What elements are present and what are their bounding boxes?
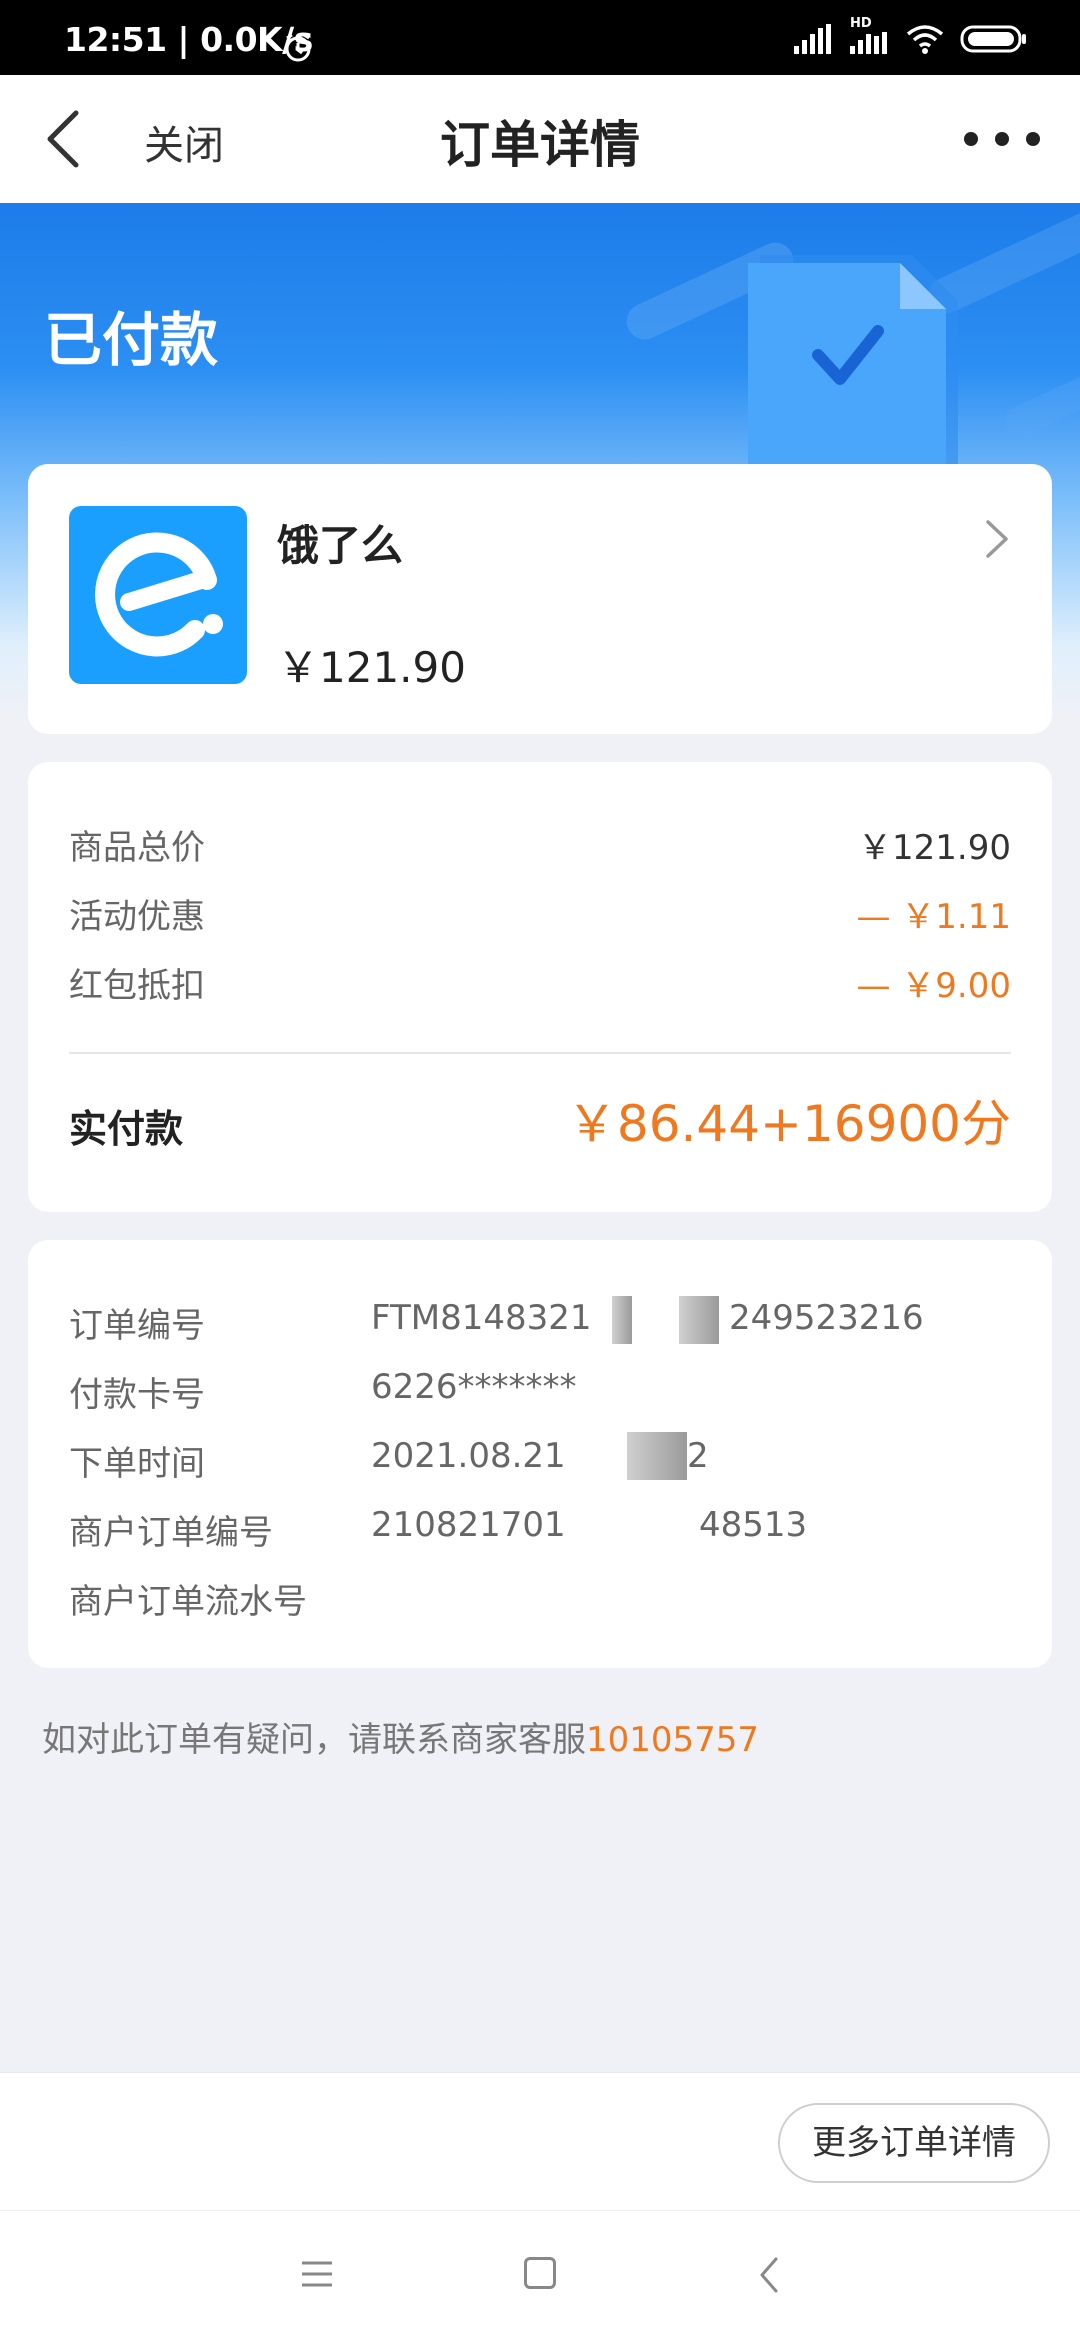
info-row-value: FTM8148321 <box>371 1298 592 1338</box>
menu-icon[interactable] <box>300 2259 334 2289</box>
order-number: FTM8148321 <box>371 1298 592 1338</box>
chevron-right-icon <box>986 520 1008 558</box>
payment-status: 已付款 <box>44 306 219 374</box>
page-title: 订单详情 <box>440 116 640 174</box>
price-row-label: 商品总价 <box>69 828 205 868</box>
service-phone-link[interactable]: 10105757 <box>586 1720 759 1760</box>
info-row: 商户订单流水号 <box>69 1574 1011 1624</box>
info-row: 下单时间 2021.08.21 2 <box>69 1432 1011 1486</box>
info-row-label: 订单编号 <box>69 1306 205 1346</box>
wifi-icon <box>906 24 944 58</box>
eleme-logo <box>69 506 247 684</box>
info-row-label: 付款卡号 <box>69 1375 205 1415</box>
order-time-tail: 2 <box>687 1436 709 1476</box>
order-time: 2021.08.21 <box>371 1436 566 1476</box>
redaction-block <box>679 1296 719 1344</box>
price-row: 商品总价 ￥121.90 <box>69 820 1011 870</box>
card-number: 6226******* <box>371 1367 577 1407</box>
merchant-amount: ￥121.90 <box>277 643 466 692</box>
order-info-card: 订单编号 FTM8148321 249523216 付款卡号 6226*****… <box>28 1240 1052 1668</box>
dot-icon <box>995 132 1009 146</box>
signal-icon <box>794 24 834 58</box>
price-row-value: — ￥9.00 <box>856 966 1011 1006</box>
merchant-card[interactable]: 饿了么 ￥121.90 <box>28 464 1052 734</box>
alarm-icon <box>282 32 314 68</box>
price-row: 活动优惠 — ￥1.11 <box>69 889 1011 939</box>
info-row: 商户订单编号 210821701 48513 <box>69 1505 1011 1555</box>
price-row-label: 活动优惠 <box>69 897 205 937</box>
info-row: 订单编号 FTM8148321 249523216 <box>69 1296 1011 1348</box>
price-row-value: ￥121.90 <box>858 828 1011 868</box>
system-back-icon[interactable] <box>754 2255 784 2295</box>
home-icon[interactable] <box>524 2257 556 2289</box>
info-row-label: 商户订单流水号 <box>69 1582 307 1622</box>
price-row: 红包抵扣 — ￥9.00 <box>69 958 1011 1008</box>
paid-label: 实付款 <box>69 1107 184 1151</box>
more-options-button[interactable] <box>964 125 1040 153</box>
more-order-details-button[interactable]: 更多订单详情 <box>778 2103 1050 2183</box>
dot-icon <box>964 132 978 146</box>
merchant-order-number: 210821701 <box>371 1505 566 1545</box>
price-row-label: 红包抵扣 <box>69 966 205 1006</box>
redaction-block <box>627 1432 687 1480</box>
paid-value: ￥86.44+16900分 <box>566 1095 1011 1153</box>
help-text: 如对此订单有疑问，请联系商家客服10105757 <box>42 1712 759 1761</box>
order-number-tail: 249523216 <box>729 1298 924 1338</box>
battery-icon <box>960 24 1028 58</box>
status-time: 12:51 | 0.0K/s <box>64 20 313 59</box>
nav-bar: 关闭 订单详情 <box>0 75 1080 203</box>
merchant-order-number-tail: 48513 <box>699 1505 808 1545</box>
divider <box>69 1052 1011 1054</box>
document-check-icon <box>626 208 1080 503</box>
hd-label: HD <box>850 16 872 31</box>
info-row: 付款卡号 6226******* <box>69 1367 1011 1417</box>
system-nav-bar <box>0 2210 1080 2340</box>
bottom-action-bar: 更多订单详情 <box>0 2072 1080 2210</box>
merchant-name: 饿了么 <box>277 521 404 570</box>
info-row-label: 下单时间 <box>69 1444 205 1484</box>
status-bar: 12:51 | 0.0K/s HD <box>0 0 1080 75</box>
price-breakdown-card: 商品总价 ￥121.90 活动优惠 — ￥1.11 红包抵扣 — ￥9.00 实… <box>28 762 1052 1212</box>
redaction-block <box>612 1296 632 1344</box>
dot-icon <box>1026 132 1040 146</box>
hd-signal-icon: HD <box>850 16 890 58</box>
help-message: 如对此订单有疑问，请联系商家客服 <box>42 1720 586 1760</box>
info-row-label: 商户订单编号 <box>69 1513 273 1553</box>
price-row-value: — ￥1.11 <box>856 897 1011 937</box>
